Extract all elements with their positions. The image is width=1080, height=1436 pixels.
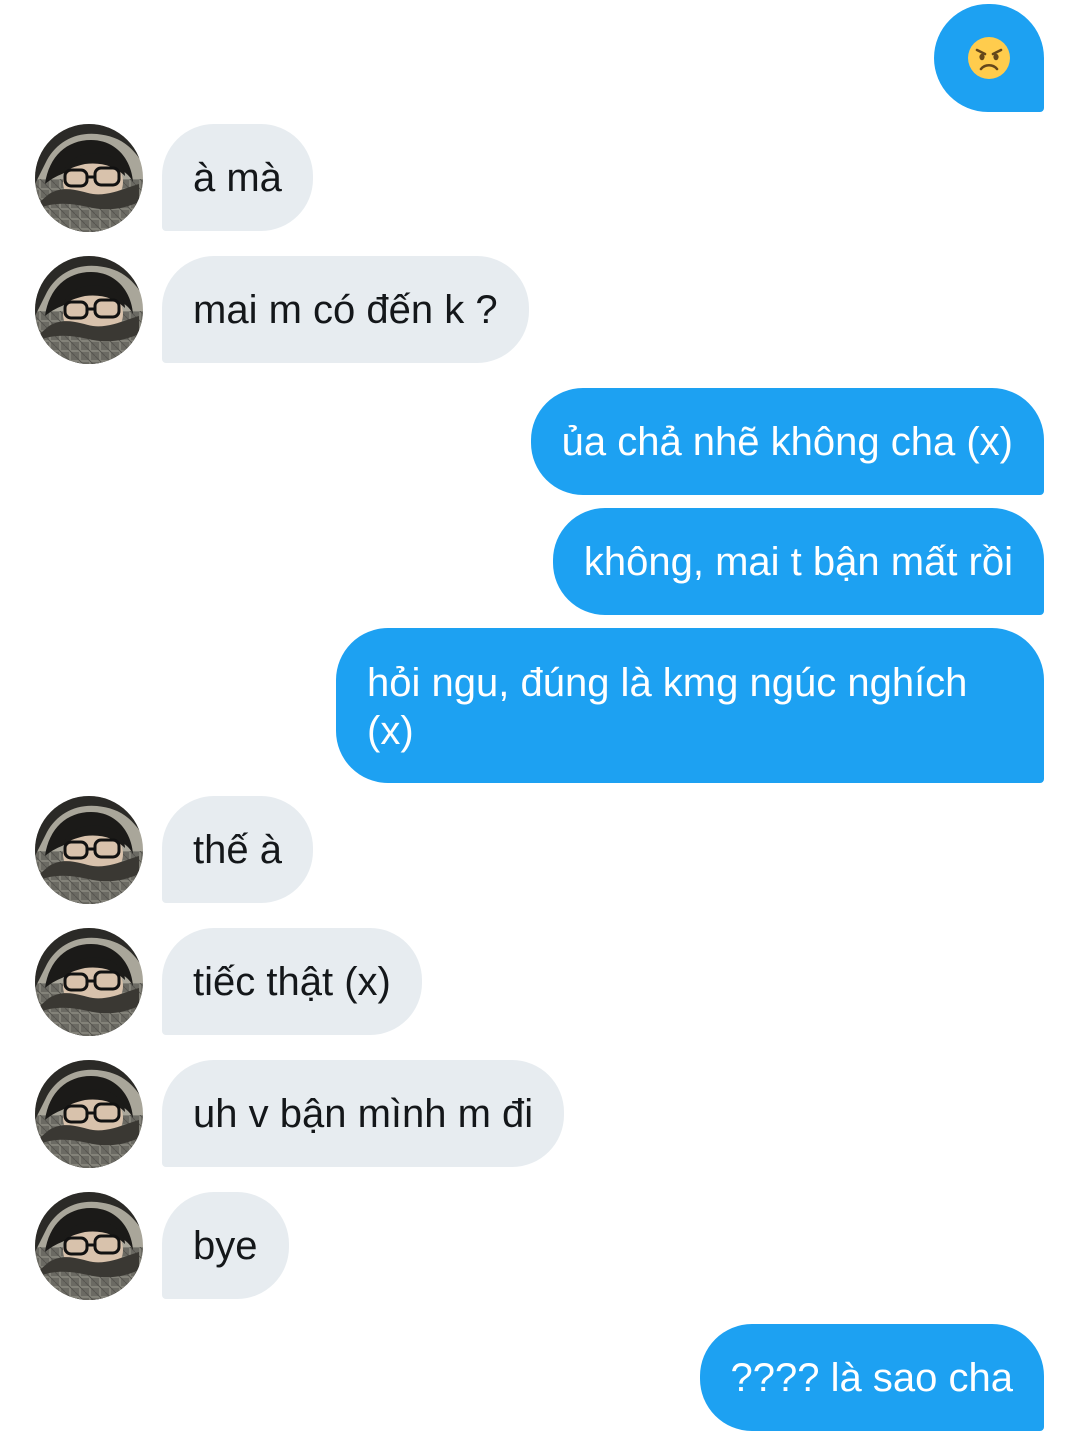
message-text: mai m có đến k ? xyxy=(193,288,498,332)
incoming-message-bubble[interactable]: bye xyxy=(162,1192,289,1299)
sender-avatar[interactable] xyxy=(35,1060,143,1168)
message-text: uh v bận mình m đi xyxy=(193,1092,534,1136)
outgoing-message-bubble[interactable]: ???? là sao cha xyxy=(699,1324,1044,1431)
incoming-message-bubble[interactable]: tiếc thật (x) xyxy=(162,928,422,1035)
message-text: thế à xyxy=(193,828,282,872)
outgoing-message-bubble[interactable]: ủa chả nhẽ không cha (x) xyxy=(530,388,1044,495)
incoming-message-bubble[interactable]: uh v bận mình m đi xyxy=(162,1060,565,1167)
message-text: không, mai t bận mất rồi xyxy=(583,540,1013,584)
incoming-message-bubble[interactable]: thế à xyxy=(162,796,313,903)
sender-avatar[interactable] xyxy=(35,256,143,364)
message-text: à mà xyxy=(193,156,282,200)
outgoing-message-bubble[interactable]: hỏi ngu, đúng là kmg ngúc nghích (x) xyxy=(336,628,1044,783)
message-text: ???? là sao cha xyxy=(730,1356,1013,1400)
message-text: bye xyxy=(193,1224,258,1268)
sender-avatar[interactable] xyxy=(35,796,143,904)
sender-avatar[interactable] xyxy=(35,1192,143,1300)
outgoing-emoji-bubble[interactable] xyxy=(934,4,1044,112)
message-text: ủa chả nhẽ không cha (x) xyxy=(561,420,1013,464)
incoming-message-bubble[interactable]: à mà xyxy=(162,124,313,231)
incoming-message-bubble[interactable]: mai m có đến k ? xyxy=(162,256,529,363)
sender-avatar[interactable] xyxy=(35,928,143,1036)
outgoing-message-bubble[interactable]: không, mai t bận mất rồi xyxy=(552,508,1044,615)
message-text: tiếc thật (x) xyxy=(193,960,391,1004)
message-text: hỏi ngu, đúng là kmg ngúc nghích (x) xyxy=(367,661,968,753)
angry-face-emoji-icon xyxy=(968,37,1010,79)
sender-avatar[interactable] xyxy=(35,124,143,232)
